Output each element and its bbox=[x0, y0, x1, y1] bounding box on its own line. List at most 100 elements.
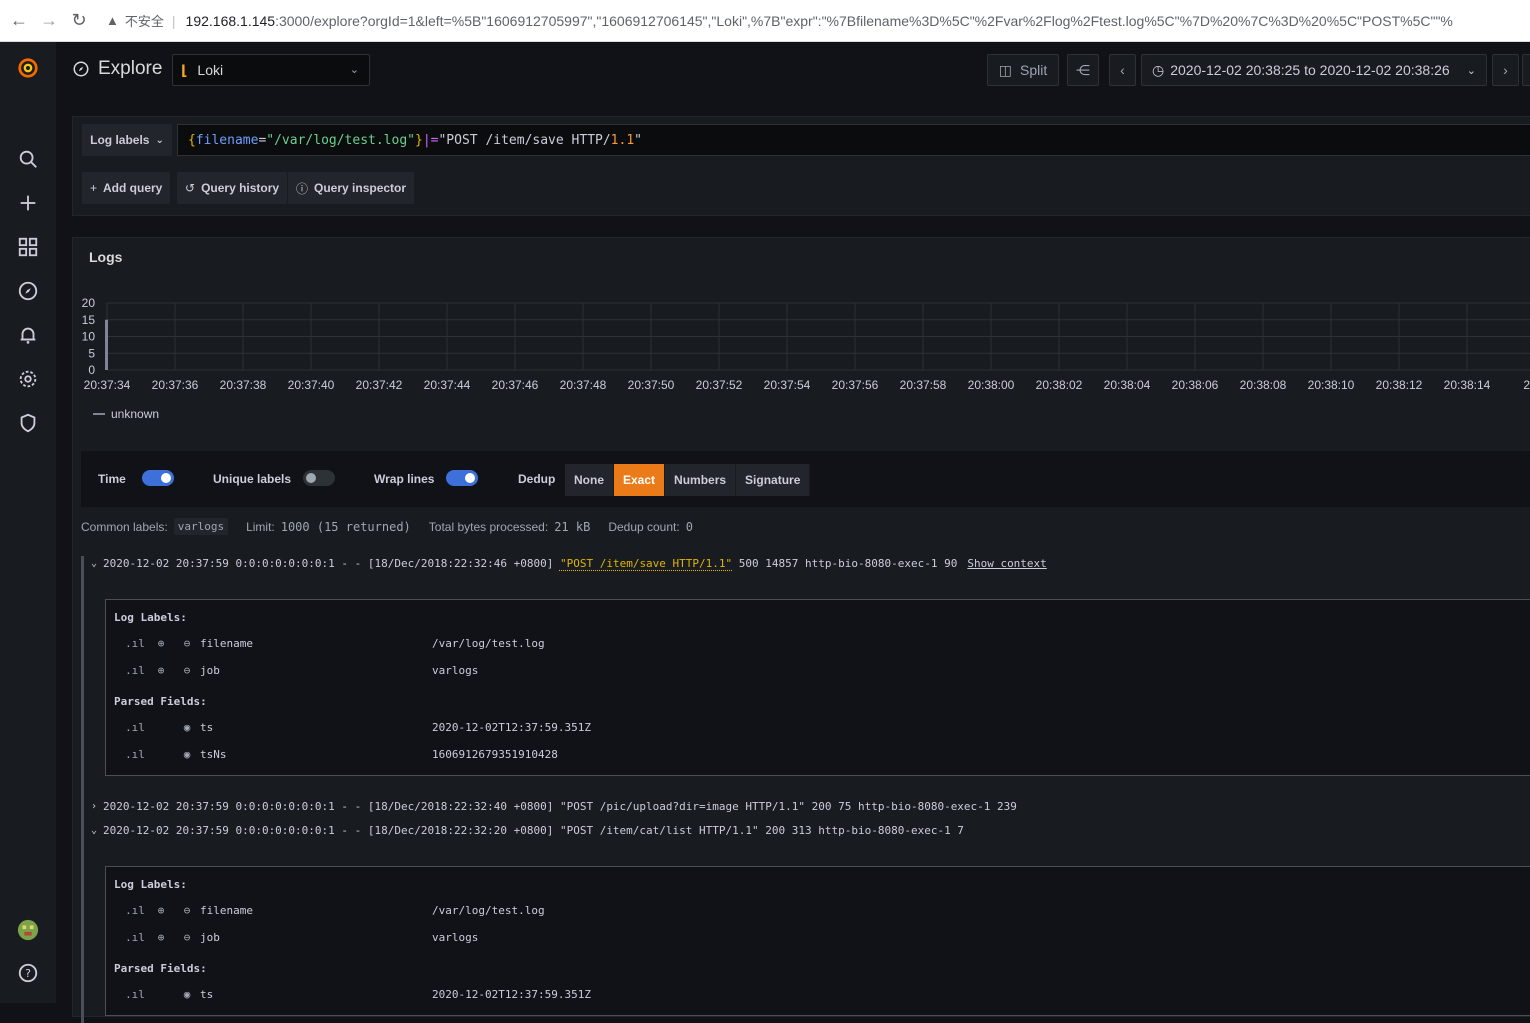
x-tick-label: 20:38:04 bbox=[1104, 378, 1151, 392]
chevron-right-icon[interactable]: › bbox=[85, 801, 103, 812]
add-query-button[interactable]: + Add query bbox=[82, 172, 171, 204]
x-tick-label: 20:37:50 bbox=[628, 378, 675, 392]
chevron-left-icon: ‹ bbox=[1120, 62, 1125, 78]
x-tick-label: 20:37:36 bbox=[152, 378, 199, 392]
log-labels-heading: Log Labels: bbox=[114, 878, 187, 891]
x-tick-label: 20:38:14 bbox=[1444, 378, 1491, 392]
datasource-picker[interactable]: ⌊ Loki ⌄ bbox=[172, 54, 370, 86]
zoom-in-icon[interactable]: ⊕ bbox=[148, 931, 174, 944]
url-path: :3000/explore?orgId=1&left=%5B"160691270… bbox=[275, 12, 1453, 29]
time-back-button[interactable]: ‹ bbox=[1109, 54, 1136, 86]
parsed-fields-heading: Parsed Fields: bbox=[114, 962, 207, 975]
chart-legend[interactable]: unknown bbox=[93, 407, 159, 421]
dashboards-icon[interactable] bbox=[14, 233, 42, 261]
zoom-out-icon[interactable]: ⊖ bbox=[174, 904, 200, 917]
back-icon[interactable]: ← bbox=[4, 6, 34, 36]
show-context-link[interactable]: Show context bbox=[967, 557, 1046, 570]
page-title: Explore bbox=[72, 58, 162, 80]
chevron-down-icon[interactable]: ⌄ bbox=[85, 825, 103, 836]
parsed-field-row: .ıl ◉ ts 2020-12-02T12:37:59.351Z bbox=[122, 721, 591, 734]
grafana-logo-icon[interactable] bbox=[14, 54, 42, 82]
chevron-down-icon: ⌄ bbox=[349, 64, 359, 76]
dedup-numbers-option[interactable]: Numbers bbox=[665, 464, 737, 496]
zoom-out-icon[interactable]: ⊖ bbox=[174, 637, 200, 650]
x-tick-label: 20:37:40 bbox=[288, 378, 335, 392]
stats-bars-icon[interactable]: .ıl bbox=[122, 931, 148, 944]
reload-icon[interactable]: ↻ bbox=[64, 6, 94, 36]
logs-volume-chart: 0 5 10 15 20 20:37:34 20:37:36 20:37:38 20:37:40… bbox=[82, 296, 1530, 392]
zoom-out-icon[interactable]: ⊖ bbox=[174, 664, 200, 677]
chevron-down-icon[interactable]: ⌄ bbox=[85, 558, 103, 569]
x-tick-label: 20:38:10 bbox=[1308, 378, 1355, 392]
server-admin-shield-icon[interactable] bbox=[14, 409, 42, 437]
wrap-lines-toggle[interactable] bbox=[446, 470, 478, 486]
log-display-options: Time Unique labels Wrap lines Dedup None… bbox=[81, 451, 1530, 507]
stats-bars-icon[interactable]: .ıl bbox=[122, 664, 148, 677]
legend-color-dash bbox=[93, 413, 105, 415]
log-row[interactable]: ⌄ 2020-12-02 20:37:59 0:0:0:0:0:0:0:1 - … bbox=[81, 824, 964, 837]
user-avatar[interactable] bbox=[14, 916, 42, 944]
forward-icon[interactable]: → bbox=[34, 6, 64, 36]
x-tick-label: 20:38:00 bbox=[968, 378, 1015, 392]
help-icon[interactable]: ? bbox=[14, 959, 42, 987]
log-row[interactable]: › 2020-12-02 20:37:59 0:0:0:0:0:0:0:1 - … bbox=[81, 800, 1017, 813]
eye-icon[interactable]: ◉ bbox=[174, 721, 200, 734]
x-tick-label: 20:37:54 bbox=[764, 378, 811, 392]
explore-compass-icon[interactable] bbox=[14, 277, 42, 305]
chevron-down-icon: ⌄ bbox=[155, 134, 164, 146]
url-host: 192.168.1.145 bbox=[185, 12, 276, 29]
zoom-in-icon[interactable]: ⊕ bbox=[148, 664, 174, 677]
address-bar[interactable]: ▲ 不安全 | 192.168.1.145 :3000/explore?orgI… bbox=[106, 11, 1453, 30]
stats-bars-icon[interactable]: .ıl bbox=[122, 637, 148, 650]
time-toggle[interactable] bbox=[142, 470, 174, 486]
volume-bar[interactable] bbox=[105, 319, 108, 370]
logs-title: Logs bbox=[89, 249, 123, 265]
query-history-button[interactable]: ↺ Query history bbox=[177, 172, 288, 204]
share-button[interactable]: ⋲ bbox=[1067, 54, 1099, 86]
insecure-label: 不安全 bbox=[124, 14, 164, 29]
log-row[interactable]: ⌄ 2020-12-02 20:37:59 0:0:0:0:0:0:0:1 - … bbox=[81, 557, 1047, 570]
stats-bars-icon[interactable]: .ıl bbox=[122, 748, 148, 761]
time-range-picker[interactable]: ◷ 2020-12-02 20:38:25 to 2020-12-02 20:3… bbox=[1141, 54, 1487, 86]
query-inspector-button[interactable]: ⓘ Query inspector bbox=[288, 172, 415, 204]
alerting-bell-icon[interactable] bbox=[14, 321, 42, 349]
log-labels-button[interactable]: Log labels ⌄ bbox=[82, 124, 172, 156]
zoom-in-icon[interactable]: ⊕ bbox=[148, 637, 174, 650]
eye-icon[interactable]: ◉ bbox=[174, 988, 200, 1001]
stats-bars-icon[interactable]: .ıl bbox=[122, 721, 148, 734]
zoom-out-icon[interactable]: ⊖ bbox=[174, 931, 200, 944]
sidebar: ? bbox=[0, 42, 56, 1003]
stats-bars-icon[interactable]: .ıl bbox=[122, 988, 148, 1001]
y-tick-label: 15 bbox=[82, 313, 96, 327]
x-tick-label: 20:37:46 bbox=[492, 378, 539, 392]
chevron-down-icon: ⌄ bbox=[1466, 64, 1476, 77]
log-label-row: .ıl ⊕ ⊖ filename /var/log/test.log bbox=[122, 904, 545, 917]
y-tick-label: 20 bbox=[82, 296, 96, 310]
dedup-exact-option[interactable]: Exact bbox=[614, 464, 666, 496]
eye-icon[interactable]: ◉ bbox=[174, 748, 200, 761]
configuration-gear-icon[interactable] bbox=[14, 365, 42, 393]
clock-icon: ◷ bbox=[1152, 61, 1165, 78]
time-forward-button[interactable]: › bbox=[1492, 54, 1519, 86]
zoom-in-icon[interactable]: ⊕ bbox=[148, 904, 174, 917]
y-tick-label: 0 bbox=[88, 363, 95, 377]
explore-compass-icon bbox=[73, 61, 89, 77]
split-button[interactable]: ◫ Split bbox=[987, 54, 1059, 86]
unique-labels-toggle[interactable] bbox=[303, 470, 335, 486]
refresh-button[interactable] bbox=[1522, 54, 1530, 86]
create-plus-icon[interactable] bbox=[14, 189, 42, 217]
x-tick-label: 20:37:44 bbox=[424, 378, 471, 392]
common-labels-label: Common labels: bbox=[81, 519, 168, 534]
chevron-right-icon: › bbox=[1503, 62, 1508, 78]
log-details: Log Labels: .ıl ⊕ ⊖ filename /var/log/te… bbox=[105, 866, 1530, 1016]
x-tick-label: 20:38:06 bbox=[1172, 378, 1219, 392]
dedup-signature-option[interactable]: Signature bbox=[736, 464, 811, 496]
query-input[interactable]: {filename = "/var/log/test.log"} |= "POST … bbox=[177, 124, 1530, 156]
history-icon: ↺ bbox=[185, 181, 196, 195]
browser-toolbar: ← → ↻ ▲ 不安全 | 192.168.1.145 :3000/explor… bbox=[0, 0, 1530, 42]
search-icon[interactable] bbox=[14, 145, 42, 173]
dedup-none-option[interactable]: None bbox=[565, 464, 614, 496]
stats-bars-icon[interactable]: .ıl bbox=[122, 904, 148, 917]
explore-toolbar: Explore ⌊ Loki ⌄ ◫ Split ⋲ ‹ ◷ 2020-12-0… bbox=[56, 42, 1530, 98]
legend-label: unknown bbox=[111, 407, 160, 421]
